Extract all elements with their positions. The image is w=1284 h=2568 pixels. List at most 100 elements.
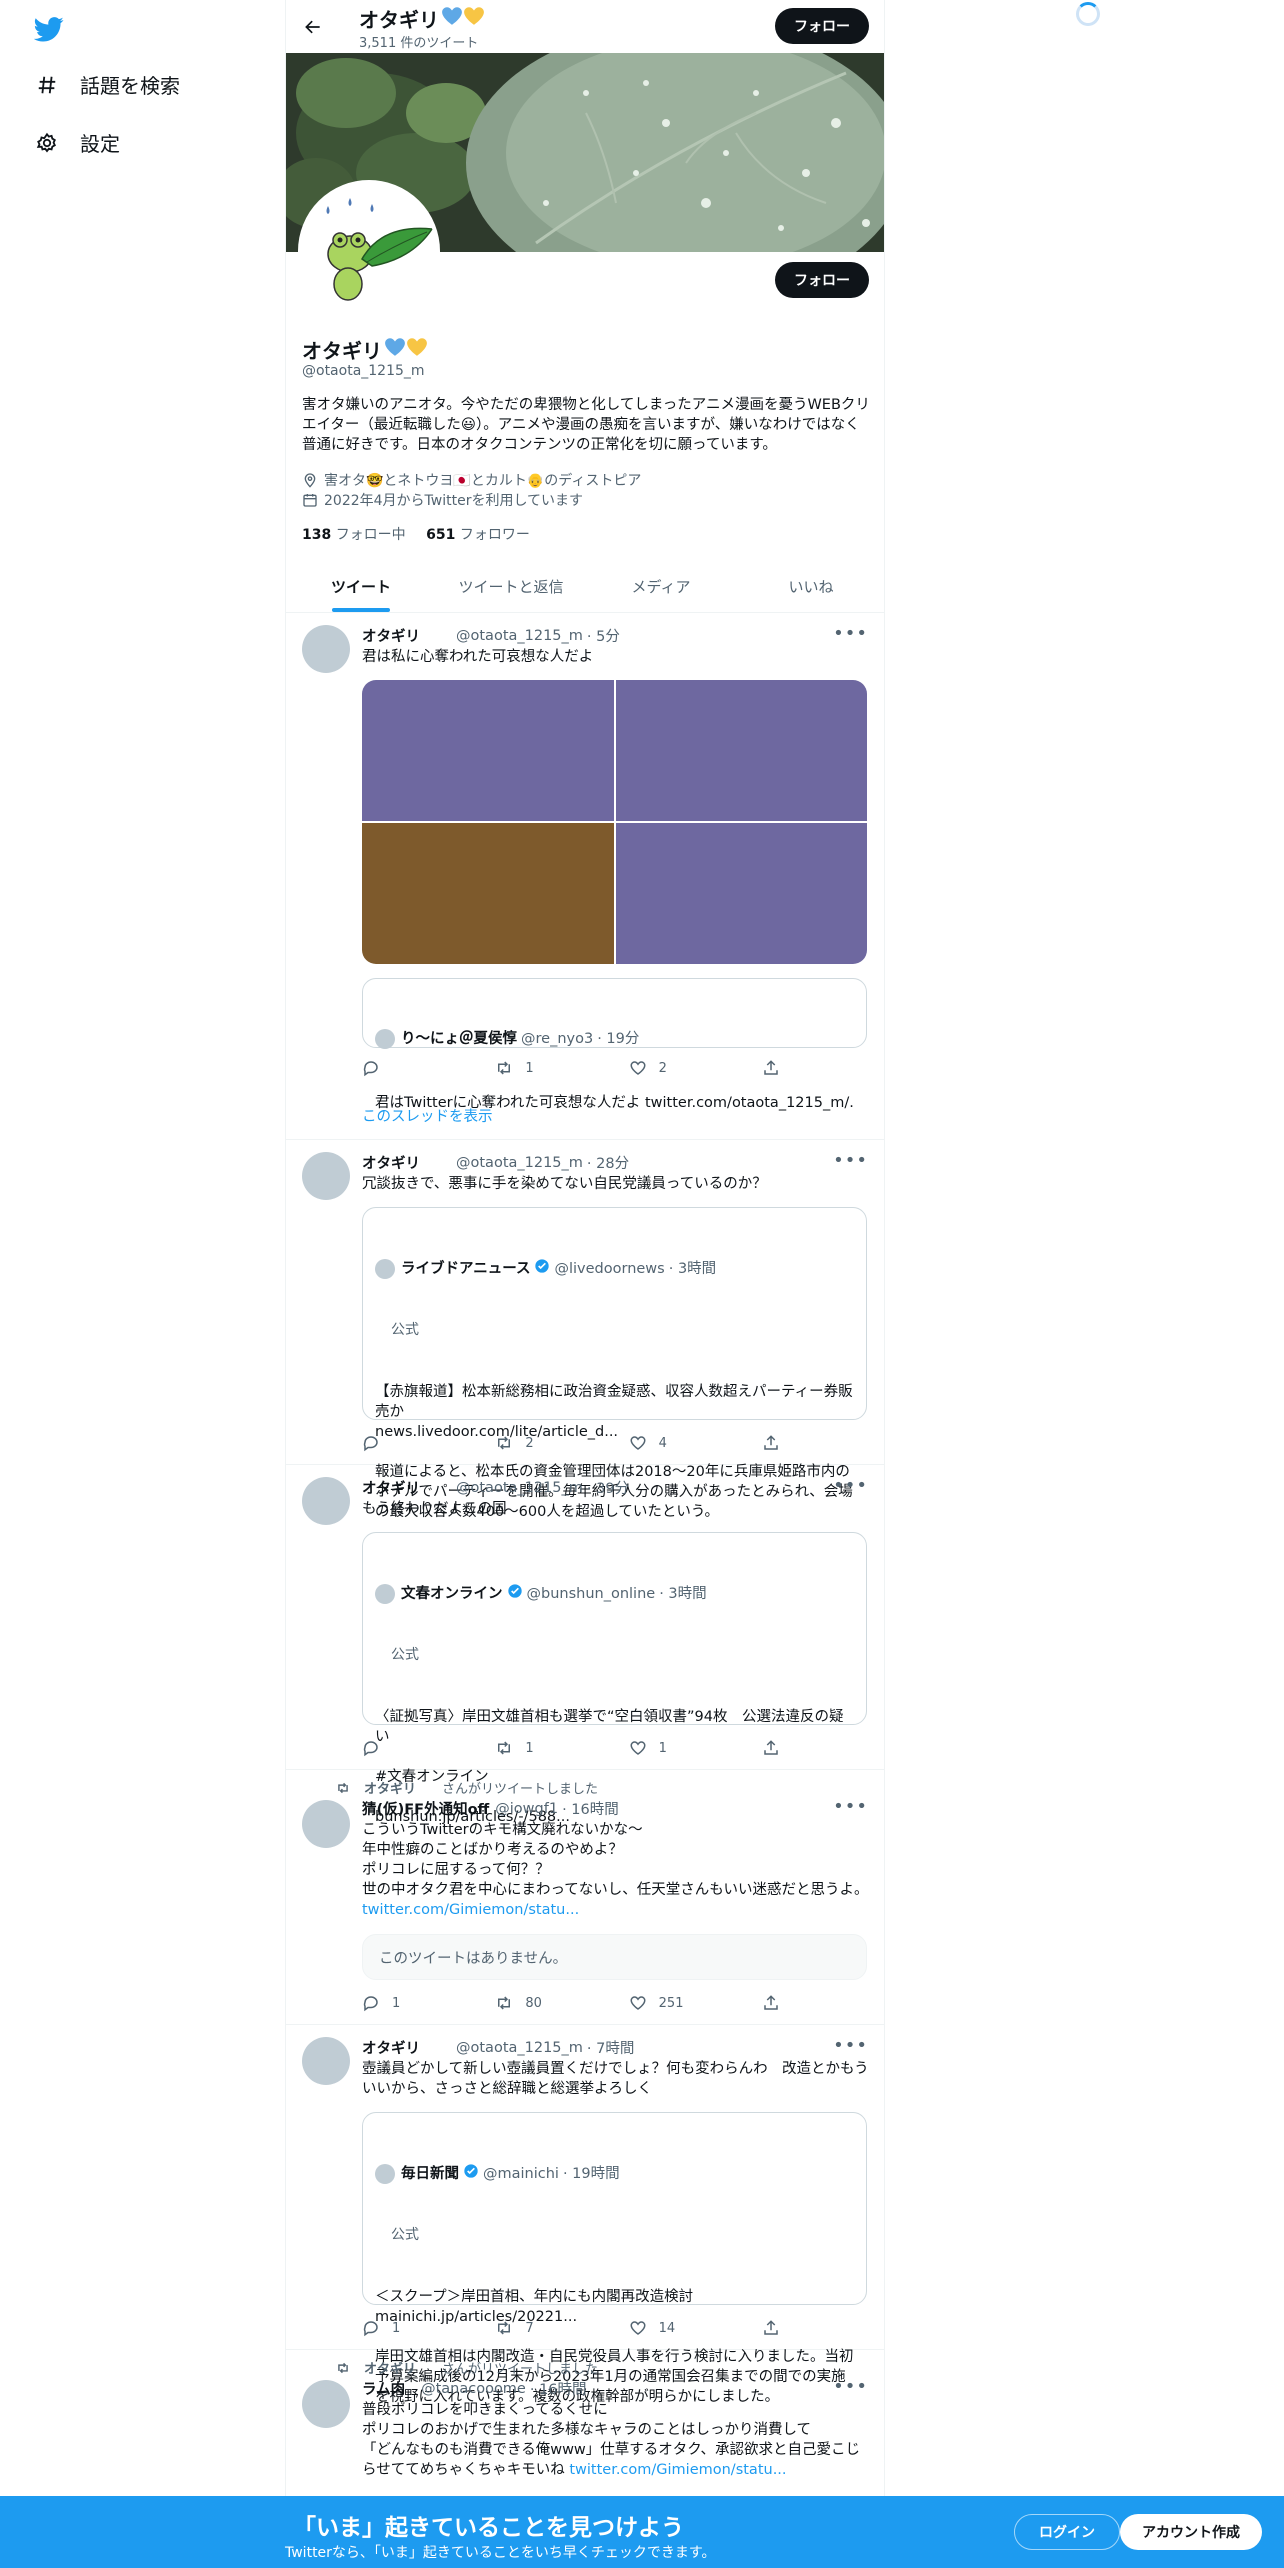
tweet-author-name[interactable]: 猜(仮)FF外通知off — [362, 1798, 489, 1819]
reply-button[interactable]: 1 — [362, 1994, 462, 2012]
tweet-text: 君は私に心奪われた可哀想な人だよ — [362, 649, 594, 665]
nav-settings[interactable]: 設定 — [34, 128, 120, 157]
like-button[interactable]: 251 — [629, 1994, 729, 2012]
heart-icon — [630, 1436, 646, 1450]
tweet-time[interactable]: · 28分 — [587, 1152, 629, 1173]
profile-avatar[interactable] — [298, 180, 440, 322]
tweet-author-name[interactable]: オタギリ — [362, 1477, 420, 1498]
more-options-icon[interactable]: ••• — [833, 1796, 868, 1817]
tweet-link[interactable]: twitter.com/Gimiemon/statu... — [362, 1902, 579, 1918]
tweet-time[interactable]: · 16時間 — [562, 1798, 619, 1819]
share-icon — [764, 1995, 778, 2010]
tab-tweets[interactable]: ツイート — [286, 560, 436, 612]
tweet-time[interactable]: · 16時間 — [530, 2378, 587, 2399]
reply-button[interactable]: 1 — [362, 2319, 462, 2337]
tweet-author-name[interactable]: オタギリ — [362, 2037, 420, 2058]
media-image[interactable] — [615, 680, 867, 821]
media-image[interactable] — [362, 823, 614, 964]
quoted-tweet[interactable]: ライブドアニュース @livedoornews · 3時間 公式 【赤旗報道】松… — [362, 1207, 867, 1520]
avatar[interactable] — [302, 625, 350, 673]
followers-count: 651 — [426, 527, 456, 543]
retweet-button[interactable]: 1 — [495, 1059, 595, 1077]
like-button[interactable]: 2 — [629, 1059, 729, 1077]
more-options-icon[interactable]: ••• — [833, 2035, 868, 2056]
tweet[interactable]: オタギリ @otaota_1215_m · 5分 ••• 君は私に心奪われた可哀… — [286, 613, 884, 1140]
tweet[interactable]: オタギリ @otaota_1215_m · 28分 ••• 冗談抜きで、悪事に手… — [286, 1140, 884, 1520]
retweet-button[interactable]: 80 — [495, 1994, 595, 2012]
share-button[interactable] — [762, 1994, 792, 2012]
more-options-icon[interactable]: ••• — [833, 1150, 868, 1171]
tweet[interactable]: オタギリ @otaota_1215_m · 39分 ••• もう終わりだよこの国… — [286, 1465, 884, 1825]
tweet-time[interactable]: · 5分 — [587, 625, 620, 646]
twitter-logo-icon[interactable] — [33, 14, 64, 44]
profile-bio: 害オタ嫌いのアニオタ。今やただの卑猥物と化してしまったアニメ漫画を憂うWEBクリ… — [302, 397, 870, 453]
reply-button[interactable] — [362, 1739, 462, 1757]
like-button[interactable]: 1 — [629, 1739, 729, 1757]
followers-label: フォロワー — [459, 527, 530, 543]
calendar-icon — [303, 494, 317, 507]
following-link[interactable]: 138 フォロー中 — [302, 527, 406, 543]
tweet-author-handle[interactable]: @otaota_1215_m — [456, 628, 583, 644]
reply-button[interactable] — [362, 1434, 462, 1452]
tab-media[interactable]: メディア — [586, 560, 736, 612]
profile-location: 害オタ🤓とネトウヨ🇯🇵とカルト👴のディストピア — [302, 470, 641, 490]
tweet-author-handle[interactable]: @otaota_1215_m — [456, 1155, 583, 1171]
quoted-tweet[interactable]: 文春オンライン @bunshun_online · 3時間 公式 〈証拠写真〉岸… — [362, 1532, 867, 1825]
like-count: 14 — [658, 2320, 676, 2336]
tweet[interactable]: オタギリ @otaota_1215_m · 7時間 ••• 壺議員どかして新しい… — [286, 2025, 884, 2405]
like-button[interactable]: 4 — [629, 1434, 729, 1452]
retweet-button[interactable]: 7 — [495, 2319, 595, 2337]
media-image[interactable] — [362, 680, 614, 821]
tweet-author-name[interactable]: オタギリ — [362, 625, 420, 646]
tweet-author-handle[interactable]: @otaota_1215_m — [456, 2040, 583, 2056]
share-button[interactable] — [762, 1739, 792, 1757]
followers-link[interactable]: 651 フォロワー — [426, 527, 530, 543]
yellow-heart-icon — [406, 337, 428, 362]
share-button[interactable] — [762, 2319, 792, 2337]
header-follow-button[interactable]: フォロー — [775, 8, 869, 44]
profile-follow-button[interactable]: フォロー — [775, 262, 869, 298]
quoted-tweet[interactable]: り〜にょ＠夏侯惇 @re_nyo3 · 19分 君はTwitterに心奪われた可… — [362, 978, 867, 1111]
tweet-time[interactable]: · 39分 — [587, 1477, 629, 1498]
signup-button[interactable]: アカウント作成 — [1120, 2514, 1262, 2550]
tweet-count: 3,511 件のツイート — [359, 36, 479, 51]
quoted-tweet[interactable]: 毎日新聞 @mainichi · 19時間 公式 ＜スクープ＞岸田首相、年内にも… — [362, 2112, 867, 2405]
retweet-button[interactable]: 1 — [495, 1739, 595, 1757]
tweet-author-handle[interactable]: @tanacooome — [421, 2381, 526, 2397]
retweet-icon — [498, 1996, 511, 2010]
tweet-author-name[interactable]: ラム肉 — [362, 2378, 405, 2399]
tweet-author-handle[interactable]: @otaota_1215_m — [456, 1480, 583, 1496]
profile-header-bar: オタギリ 3,511 件のツイート フォロー — [286, 0, 884, 53]
tab-tweets-replies[interactable]: ツイートと返信 — [436, 560, 586, 612]
tweet-media-grid[interactable] — [362, 680, 867, 964]
share-button[interactable] — [762, 1434, 792, 1452]
avatar[interactable] — [302, 1477, 350, 1525]
media-image[interactable] — [615, 823, 867, 964]
show-thread-link[interactable]: このスレッドを表示 — [362, 1105, 493, 1126]
reply-button[interactable] — [362, 1059, 462, 1077]
nav-explore[interactable]: 話題を検索 — [34, 70, 180, 99]
login-button[interactable]: ログイン — [1014, 2514, 1120, 2550]
retweeter-name[interactable]: オタギリ — [364, 2358, 416, 2377]
more-options-icon[interactable]: ••• — [833, 623, 868, 644]
like-button[interactable]: 14 — [629, 2319, 729, 2337]
share-button[interactable] — [762, 1059, 792, 1077]
avatar[interactable] — [302, 1800, 350, 1848]
tweet-author-name[interactable]: オタギリ — [362, 1152, 420, 1173]
more-options-icon[interactable]: ••• — [833, 2376, 868, 2397]
back-button[interactable] — [296, 10, 330, 44]
tweet[interactable]: オタギリ さんがリツイートしました 猜(仮)FF外通知off @iowgf1 ·… — [286, 1770, 884, 2025]
retweeter-name[interactable]: オタギリ — [364, 1778, 416, 1797]
avatar[interactable] — [302, 1152, 350, 1200]
tab-likes[interactable]: いいね — [736, 560, 884, 612]
avatar[interactable] — [302, 2037, 350, 2085]
quote-author-name: 毎日新聞 — [401, 2166, 459, 2182]
avatar[interactable] — [302, 2380, 350, 2428]
retweet-context: オタギリ さんがリツイートしました — [336, 1778, 598, 1797]
tweet-time[interactable]: · 7時間 — [587, 2037, 634, 2058]
unavailable-tweet-notice: このツイートはありません。 — [362, 1934, 867, 1980]
retweet-button[interactable]: 2 — [495, 1434, 595, 1452]
tweet-link[interactable]: twitter.com/Gimiemon/statu... — [569, 2462, 786, 2478]
tweet-author-handle[interactable]: @iowgf1 — [495, 1801, 558, 1817]
more-options-icon[interactable]: ••• — [833, 1475, 868, 1496]
